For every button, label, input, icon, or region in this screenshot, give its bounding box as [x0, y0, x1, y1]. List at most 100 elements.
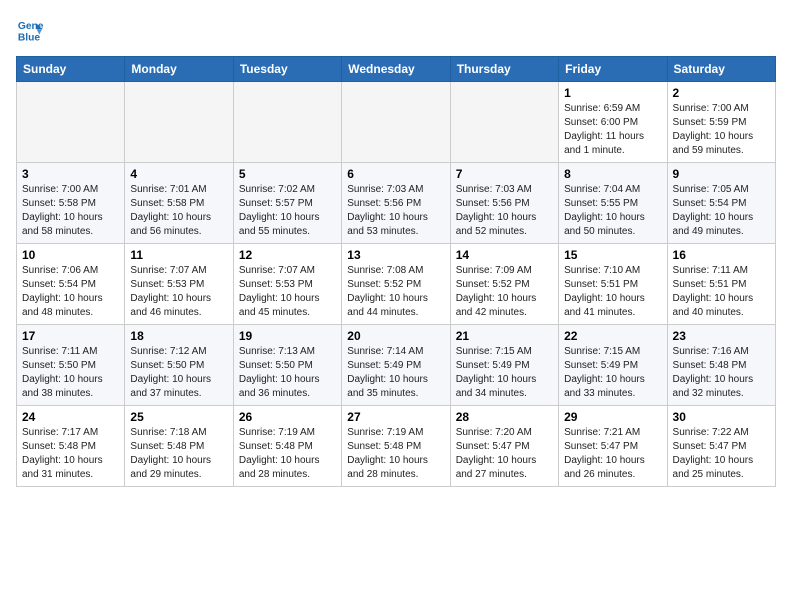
calendar-cell: 9 Sunrise: 7:05 AM Sunset: 5:54 PM Daylig…: [667, 163, 775, 244]
day-info: Sunrise: 7:13 AM Sunset: 5:50 PM Dayligh…: [239, 345, 336, 401]
day-info: Sunrise: 7:19 AM Sunset: 5:48 PM Dayligh…: [239, 426, 336, 482]
day-number: 14: [456, 248, 553, 262]
day-number: 20: [347, 329, 444, 343]
day-info: Sunrise: 7:00 AM Sunset: 5:59 PM Dayligh…: [673, 102, 770, 158]
calendar-cell: 12 Sunrise: 7:07 AM Sunset: 5:53 PM Dayli…: [233, 244, 341, 325]
week-row-3: 10 Sunrise: 7:06 AM Sunset: 5:54 PM Dayli…: [17, 244, 776, 325]
day-number: 28: [456, 410, 553, 424]
day-number: 27: [347, 410, 444, 424]
weekday-header-friday: Friday: [559, 57, 667, 82]
day-info: Sunrise: 7:03 AM Sunset: 5:56 PM Dayligh…: [456, 183, 553, 239]
day-number: 9: [673, 167, 770, 181]
day-info: Sunrise: 7:16 AM Sunset: 5:48 PM Dayligh…: [673, 345, 770, 401]
day-info: Sunrise: 7:04 AM Sunset: 5:55 PM Dayligh…: [564, 183, 661, 239]
day-info: Sunrise: 6:59 AM Sunset: 6:00 PM Dayligh…: [564, 102, 661, 158]
day-info: Sunrise: 7:11 AM Sunset: 5:51 PM Dayligh…: [673, 264, 770, 320]
day-number: 10: [22, 248, 119, 262]
day-number: 21: [456, 329, 553, 343]
day-number: 6: [347, 167, 444, 181]
weekday-header-saturday: Saturday: [667, 57, 775, 82]
calendar-cell: 22Sunrise: 7:15 AM Sunset: 5:49 PM Dayli…: [559, 325, 667, 406]
day-number: 26: [239, 410, 336, 424]
day-info: Sunrise: 7:10 AM Sunset: 5:51 PM Dayligh…: [564, 264, 661, 320]
day-number: 24: [22, 410, 119, 424]
calendar-cell: 26 Sunrise: 7:19 AM Sunset: 5:48 PM Dayli…: [233, 406, 341, 487]
day-number: 19: [239, 329, 336, 343]
day-number: 18: [130, 329, 227, 343]
calendar-cell: 13 Sunrise: 7:08 AM Sunset: 5:52 PM Dayli…: [342, 244, 450, 325]
day-info: Sunrise: 7:18 AM Sunset: 5:48 PM Dayligh…: [130, 426, 227, 482]
day-info: Sunrise: 7:09 AM Sunset: 5:52 PM Dayligh…: [456, 264, 553, 320]
day-info: Sunrise: 7:03 AM Sunset: 5:56 PM Dayligh…: [347, 183, 444, 239]
logo-icon: General Blue: [16, 16, 44, 44]
calendar-cell: 21 Sunrise: 7:15 AM Sunset: 5:49 PM Dayli…: [450, 325, 558, 406]
calendar-cell: 30 Sunrise: 7:22 AM Sunset: 5:47 PM Dayli…: [667, 406, 775, 487]
calendar-cell: 28 Sunrise: 7:20 AM Sunset: 5:47 PM Dayli…: [450, 406, 558, 487]
week-row-2: 3 Sunrise: 7:00 AM Sunset: 5:58 PM Daylig…: [17, 163, 776, 244]
calendar-cell: [125, 82, 233, 163]
calendar-cell: 4Sunrise: 7:01 AM Sunset: 5:58 PM Daylig…: [125, 163, 233, 244]
day-info: Sunrise: 7:00 AM Sunset: 5:58 PM Dayligh…: [22, 183, 119, 239]
day-info: Sunrise: 7:05 AM Sunset: 5:54 PM Dayligh…: [673, 183, 770, 239]
day-number: 1: [564, 86, 661, 100]
day-info: Sunrise: 7:06 AM Sunset: 5:54 PM Dayligh…: [22, 264, 119, 320]
weekday-header-wednesday: Wednesday: [342, 57, 450, 82]
day-info: Sunrise: 7:22 AM Sunset: 5:47 PM Dayligh…: [673, 426, 770, 482]
weekday-header-tuesday: Tuesday: [233, 57, 341, 82]
day-number: 25: [130, 410, 227, 424]
calendar-cell: 18 Sunrise: 7:12 AM Sunset: 5:50 PM Dayli…: [125, 325, 233, 406]
day-number: 12: [239, 248, 336, 262]
week-row-1: 1 Sunrise: 6:59 AM Sunset: 6:00 PM Daylig…: [17, 82, 776, 163]
day-info: Sunrise: 7:20 AM Sunset: 5:47 PM Dayligh…: [456, 426, 553, 482]
day-number: 13: [347, 248, 444, 262]
calendar-cell: 25 Sunrise: 7:18 AM Sunset: 5:48 PM Dayli…: [125, 406, 233, 487]
calendar-cell: 16 Sunrise: 7:11 AM Sunset: 5:51 PM Dayli…: [667, 244, 775, 325]
day-info: Sunrise: 7:17 AM Sunset: 5:48 PM Dayligh…: [22, 426, 119, 482]
logo: General Blue: [16, 16, 44, 44]
day-number: 17: [22, 329, 119, 343]
day-number: 3: [22, 167, 119, 181]
day-number: 22: [564, 329, 661, 343]
day-number: 29: [564, 410, 661, 424]
calendar-cell: 27Sunrise: 7:19 AM Sunset: 5:48 PM Dayli…: [342, 406, 450, 487]
calendar-cell: 1 Sunrise: 6:59 AM Sunset: 6:00 PM Daylig…: [559, 82, 667, 163]
calendar-cell: [17, 82, 125, 163]
calendar-cell: 14 Sunrise: 7:09 AM Sunset: 5:52 PM Dayli…: [450, 244, 558, 325]
day-number: 8: [564, 167, 661, 181]
calendar-cell: 2Sunrise: 7:00 AM Sunset: 5:59 PM Daylig…: [667, 82, 775, 163]
day-info: Sunrise: 7:12 AM Sunset: 5:50 PM Dayligh…: [130, 345, 227, 401]
day-info: Sunrise: 7:07 AM Sunset: 5:53 PM Dayligh…: [239, 264, 336, 320]
calendar-cell: [342, 82, 450, 163]
day-number: 11: [130, 248, 227, 262]
calendar-cell: [233, 82, 341, 163]
day-info: Sunrise: 7:08 AM Sunset: 5:52 PM Dayligh…: [347, 264, 444, 320]
calendar-cell: 6 Sunrise: 7:03 AM Sunset: 5:56 PM Daylig…: [342, 163, 450, 244]
day-info: Sunrise: 7:01 AM Sunset: 5:58 PM Dayligh…: [130, 183, 227, 239]
day-number: 23: [673, 329, 770, 343]
day-number: 16: [673, 248, 770, 262]
day-number: 7: [456, 167, 553, 181]
calendar-cell: 15Sunrise: 7:10 AM Sunset: 5:51 PM Dayli…: [559, 244, 667, 325]
calendar-cell: 17Sunrise: 7:11 AM Sunset: 5:50 PM Dayli…: [17, 325, 125, 406]
calendar-cell: 8 Sunrise: 7:04 AM Sunset: 5:55 PM Daylig…: [559, 163, 667, 244]
calendar-cell: 10 Sunrise: 7:06 AM Sunset: 5:54 PM Dayli…: [17, 244, 125, 325]
day-info: Sunrise: 7:15 AM Sunset: 5:49 PM Dayligh…: [456, 345, 553, 401]
week-row-5: 24 Sunrise: 7:17 AM Sunset: 5:48 PM Dayli…: [17, 406, 776, 487]
day-info: Sunrise: 7:14 AM Sunset: 5:49 PM Dayligh…: [347, 345, 444, 401]
calendar-cell: 23 Sunrise: 7:16 AM Sunset: 5:48 PM Dayli…: [667, 325, 775, 406]
calendar-table: SundayMondayTuesdayWednesdayThursdayFrid…: [16, 56, 776, 487]
day-info: Sunrise: 7:02 AM Sunset: 5:57 PM Dayligh…: [239, 183, 336, 239]
header: General Blue: [16, 16, 776, 44]
calendar-cell: [450, 82, 558, 163]
calendar-cell: 24 Sunrise: 7:17 AM Sunset: 5:48 PM Dayli…: [17, 406, 125, 487]
weekday-header-thursday: Thursday: [450, 57, 558, 82]
calendar-cell: 3 Sunrise: 7:00 AM Sunset: 5:58 PM Daylig…: [17, 163, 125, 244]
calendar-cell: 7 Sunrise: 7:03 AM Sunset: 5:56 PM Daylig…: [450, 163, 558, 244]
day-info: Sunrise: 7:07 AM Sunset: 5:53 PM Dayligh…: [130, 264, 227, 320]
calendar-cell: 20 Sunrise: 7:14 AM Sunset: 5:49 PM Dayli…: [342, 325, 450, 406]
weekday-header-row: SundayMondayTuesdayWednesdayThursdayFrid…: [17, 57, 776, 82]
day-number: 30: [673, 410, 770, 424]
week-row-4: 17Sunrise: 7:11 AM Sunset: 5:50 PM Dayli…: [17, 325, 776, 406]
svg-text:Blue: Blue: [18, 32, 41, 43]
weekday-header-monday: Monday: [125, 57, 233, 82]
